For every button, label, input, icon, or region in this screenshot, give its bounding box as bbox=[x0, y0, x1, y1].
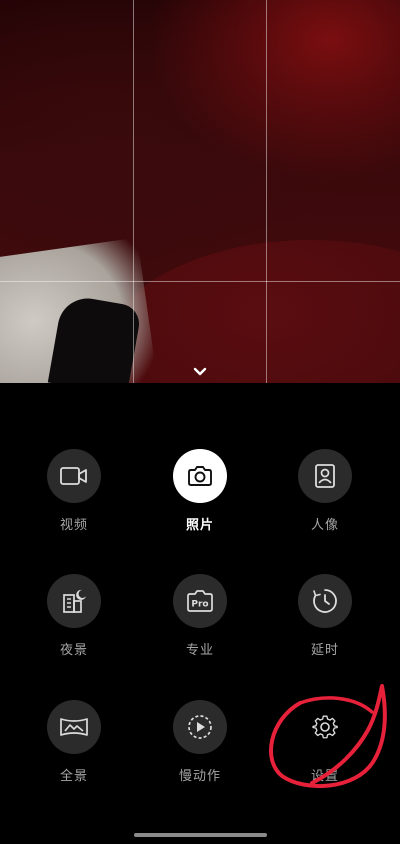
pro-camera-icon: Pro bbox=[187, 590, 213, 612]
home-indicator[interactable] bbox=[134, 833, 267, 837]
mode-timelapse[interactable]: 延时 bbox=[285, 574, 365, 658]
grid-line-vertical bbox=[133, 0, 134, 383]
mode-portrait-button[interactable] bbox=[298, 449, 352, 503]
mode-video[interactable]: 视频 bbox=[34, 449, 114, 533]
camera-icon bbox=[188, 466, 212, 486]
mode-panorama[interactable]: 全景 bbox=[34, 700, 114, 784]
mode-slowmo-label: 慢动作 bbox=[178, 769, 221, 784]
night-city-icon bbox=[63, 589, 86, 613]
mode-night-label: 夜景 bbox=[59, 643, 88, 658]
gear-icon bbox=[312, 715, 338, 739]
mode-settings[interactable]: 设置 bbox=[285, 700, 365, 784]
slow-motion-icon bbox=[188, 715, 212, 739]
mode-panorama-label: 全景 bbox=[59, 769, 88, 784]
mode-slowmo[interactable]: 慢动作 bbox=[160, 700, 240, 784]
pro-icon-text: Pro bbox=[191, 600, 208, 610]
panorama-icon bbox=[60, 718, 88, 736]
mode-night[interactable]: 夜景 bbox=[34, 574, 114, 658]
mode-photo-button[interactable] bbox=[173, 449, 227, 503]
mode-settings-label: 设置 bbox=[310, 769, 339, 784]
collapse-modes-button[interactable] bbox=[190, 362, 210, 382]
mode-pro[interactable]: Pro 专业 bbox=[160, 574, 240, 658]
mode-portrait-label: 人像 bbox=[310, 518, 339, 533]
mode-slowmo-button[interactable] bbox=[173, 700, 227, 754]
video-camera-icon bbox=[60, 467, 87, 485]
mode-timelapse-button[interactable] bbox=[298, 574, 352, 628]
grid-line-horizontal bbox=[0, 281, 400, 282]
mode-night-button[interactable] bbox=[47, 574, 101, 628]
timelapse-icon bbox=[313, 589, 337, 613]
camera-viewfinder[interactable] bbox=[0, 0, 400, 383]
mode-photo[interactable]: 照片 bbox=[160, 449, 240, 533]
chevron-down-icon bbox=[193, 367, 207, 376]
mode-timelapse-label: 延时 bbox=[310, 643, 339, 658]
mode-pro-label: 专业 bbox=[185, 643, 214, 658]
mode-pro-button[interactable]: Pro bbox=[173, 574, 227, 628]
mode-video-label: 视频 bbox=[59, 518, 88, 533]
mode-panorama-button[interactable] bbox=[47, 700, 101, 754]
grid-line-vertical bbox=[266, 0, 267, 383]
mode-portrait[interactable]: 人像 bbox=[285, 449, 365, 533]
mode-photo-label: 照片 bbox=[185, 518, 214, 533]
mode-settings-button[interactable] bbox=[298, 700, 352, 754]
portrait-icon bbox=[315, 464, 335, 488]
mode-video-button[interactable] bbox=[47, 449, 101, 503]
